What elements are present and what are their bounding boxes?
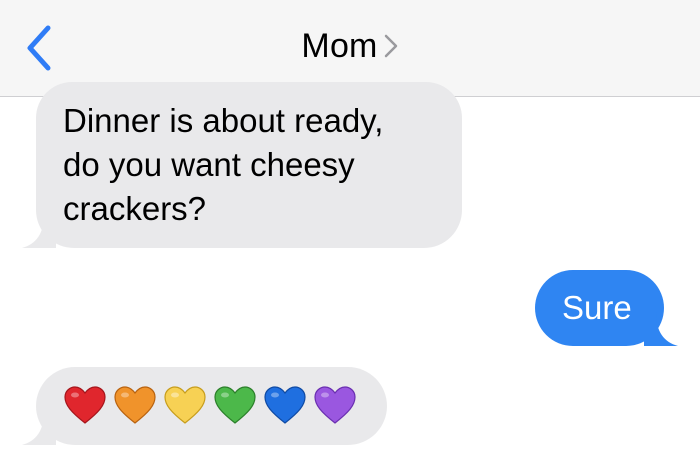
yellow-heart-icon [164, 386, 206, 424]
red-heart-icon [64, 386, 106, 424]
purple-heart-icon [314, 386, 356, 424]
incoming-emoji-message-bubble[interactable] [22, 367, 387, 445]
green-heart-icon [214, 386, 256, 424]
message-text-line: Dinner is about ready, [63, 102, 384, 139]
bubble-tail [22, 214, 56, 248]
orange-heart-icon [114, 386, 156, 424]
contact-name: Mom [301, 27, 378, 65]
message-text: Sure [562, 289, 632, 326]
chevron-right-icon [384, 34, 397, 57]
bubble-tail [644, 312, 678, 346]
incoming-message-bubble[interactable]: Dinner is about ready, do you want chees… [22, 82, 462, 248]
contact-title[interactable]: Mom [0, 27, 700, 66]
blue-heart-icon [264, 386, 306, 424]
message-text-line: crackers? [63, 190, 207, 227]
bubble-tail [22, 411, 56, 445]
messages-screen: Mom Dinner is about ready, do you want c… [0, 0, 700, 463]
outgoing-message-bubble[interactable]: Sure [535, 270, 678, 346]
message-text-line: do you want cheesy [63, 146, 355, 183]
emoji-row [63, 384, 357, 428]
